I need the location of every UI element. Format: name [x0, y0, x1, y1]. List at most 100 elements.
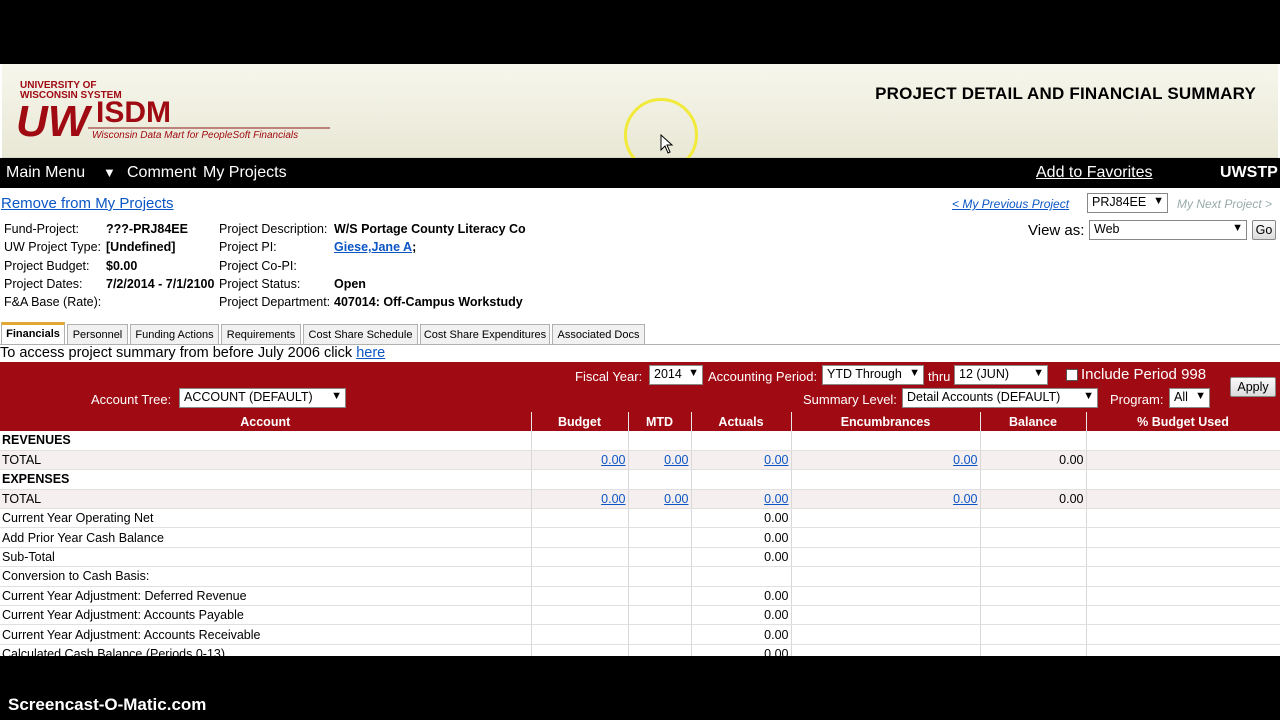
table-cell	[628, 566, 692, 587]
amount-link[interactable]: 0.00	[664, 492, 688, 506]
table-cell[interactable]: 0.00	[691, 489, 792, 510]
logo-isdm-text: ISDM	[96, 96, 171, 129]
amount-link[interactable]: 0.00	[664, 453, 688, 467]
logo-tagline: Wisconsin Data Mart for PeopleSoft Finan…	[92, 130, 298, 141]
table-cell	[531, 605, 629, 626]
table-cell: 0.00	[980, 489, 1087, 510]
account-tree-label: Account Tree:	[91, 392, 172, 407]
tab-personnel[interactable]: Personnel	[67, 324, 128, 344]
table-cell	[531, 586, 629, 607]
go-button[interactable]: Go	[1252, 220, 1276, 240]
account-tree-select[interactable]: ACCOUNT (DEFAULT) ▼	[179, 388, 346, 408]
org-code: UWSTP	[1220, 164, 1278, 181]
table-cell	[1086, 547, 1280, 568]
table-cell	[628, 431, 692, 451]
chevron-down-icon[interactable]: ▼	[103, 165, 116, 180]
fiscal-year-select[interactable]: 2014 ▼	[649, 365, 703, 385]
tab-financials[interactable]: Financials	[1, 322, 65, 345]
amount-link[interactable]: 0.00	[953, 492, 977, 506]
table-cell	[791, 644, 981, 656]
table-cell	[531, 624, 629, 645]
project-select[interactable]: PRJ84EE ▼	[1087, 193, 1168, 213]
info-row: Project Co-PI:	[219, 258, 297, 273]
table-cell	[1086, 450, 1280, 471]
tab-associated-docs[interactable]: Associated Docs	[552, 324, 645, 344]
col-header-encumbrances[interactable]: Encumbrances	[791, 412, 981, 431]
include-998-label: Include Period 998	[1081, 366, 1207, 383]
table-cell[interactable]: 0.00	[628, 489, 692, 510]
summary-level-select[interactable]: Detail Accounts (DEFAULT) ▼	[902, 388, 1098, 408]
table-cell	[1086, 605, 1280, 626]
table-cell	[691, 469, 792, 490]
include-998-checkbox[interactable]	[1066, 369, 1078, 381]
fiscal-year-label: Fiscal Year:	[575, 369, 643, 384]
view-as-select[interactable]: Web ▼	[1089, 220, 1247, 240]
chevron-down-icon: ▼	[909, 367, 920, 379]
table-cell[interactable]: 0.00	[791, 450, 981, 471]
col-header-balance[interactable]: Balance	[980, 412, 1087, 431]
table-cell	[791, 586, 981, 607]
table-cell	[628, 605, 692, 626]
table-cell	[531, 469, 629, 490]
tab-requirements[interactable]: Requirements	[221, 324, 301, 344]
table-cell	[628, 586, 692, 607]
table-row: TOTAL 0.00 0.00 0.00 0.00 0.00	[0, 450, 1280, 471]
my-projects-button[interactable]: My Projects	[203, 164, 287, 182]
apply-button[interactable]: Apply	[1230, 377, 1276, 397]
tab-funding-actions[interactable]: Funding Actions	[130, 324, 219, 344]
access-note: To access project summary from before Ju…	[0, 345, 386, 361]
table-cell	[1086, 644, 1280, 656]
financial-summary-table: Account Budget MTD Actuals Encumbrances …	[0, 412, 1280, 656]
thru-period-select[interactable]: 12 (JUN) ▼	[954, 365, 1048, 385]
table-header-row: Account Budget MTD Actuals Encumbrances …	[0, 412, 1280, 431]
table-cell	[980, 431, 1087, 451]
table-cell	[691, 566, 792, 587]
add-to-favorites-link[interactable]: Add to Favorites	[1036, 164, 1153, 182]
program-select[interactable]: All ▼	[1169, 388, 1210, 408]
table-cell[interactable]: 0.00	[531, 450, 629, 471]
remove-from-my-projects-link[interactable]: Remove from My Projects	[1, 195, 174, 212]
here-link[interactable]: here	[356, 345, 385, 361]
amount-link[interactable]: 0.00	[601, 492, 625, 506]
table-cell	[791, 624, 981, 645]
program-label: Program:	[1110, 392, 1164, 407]
table-cell	[628, 508, 692, 529]
table-cell	[628, 469, 692, 490]
table-cell[interactable]: 0.00	[691, 450, 792, 471]
table-cell[interactable]: 0.00	[531, 489, 629, 510]
table-cell	[791, 508, 981, 529]
col-header-mtd[interactable]: MTD	[628, 412, 692, 431]
table-cell[interactable]: 0.00	[628, 450, 692, 471]
chevron-down-icon: ▼	[1195, 390, 1206, 402]
tab-cost-share-schedule[interactable]: Cost Share Schedule	[303, 324, 418, 344]
accounting-period-select[interactable]: YTD Through ▼	[822, 365, 924, 385]
project-pi-link[interactable]: Giese,Jane A	[334, 240, 412, 254]
next-project-link[interactable]: My Next Project >	[1177, 197, 1272, 211]
col-header-account[interactable]: Account	[0, 412, 532, 431]
table-cell: Add Prior Year Cash Balance	[0, 527, 532, 548]
main-menu-button[interactable]: Main Menu	[6, 164, 85, 182]
table-cell[interactable]: 0.00	[791, 489, 981, 510]
table-cell	[531, 547, 629, 568]
table-row: Current Year Adjustment: Accounts Receiv…	[0, 624, 1280, 645]
table-cell: 0.00	[691, 586, 792, 607]
amount-link[interactable]: 0.00	[764, 453, 788, 467]
tab-cost-share-expenditures[interactable]: Cost Share Expenditures	[420, 324, 550, 344]
comment-button[interactable]: Comment	[127, 164, 196, 182]
table-cell	[791, 566, 981, 587]
chevron-down-icon: ▼	[1083, 390, 1094, 402]
amount-link[interactable]: 0.00	[601, 453, 625, 467]
info-row: Project PI: Giese,Jane A;	[219, 240, 417, 255]
col-header-actuals[interactable]: Actuals	[691, 412, 792, 431]
amount-link[interactable]: 0.00	[764, 492, 788, 506]
col-header-budget[interactable]: Budget	[531, 412, 629, 431]
table-row: REVENUES	[0, 431, 1280, 451]
previous-project-link[interactable]: < My Previous Project	[952, 197, 1069, 211]
info-row: UW Project Type: [Undefined]	[4, 240, 176, 255]
summary-level-label: Summary Level:	[803, 392, 897, 407]
table-cell: Current Year Adjustment: Accounts Receiv…	[0, 624, 532, 645]
table-row: Conversion to Cash Basis:	[0, 566, 1280, 587]
info-row: Project Dates: 7/2/2014 - 7/1/2100	[4, 276, 215, 291]
col-header-pct-budget-used[interactable]: % Budget Used	[1086, 412, 1280, 431]
amount-link[interactable]: 0.00	[953, 453, 977, 467]
